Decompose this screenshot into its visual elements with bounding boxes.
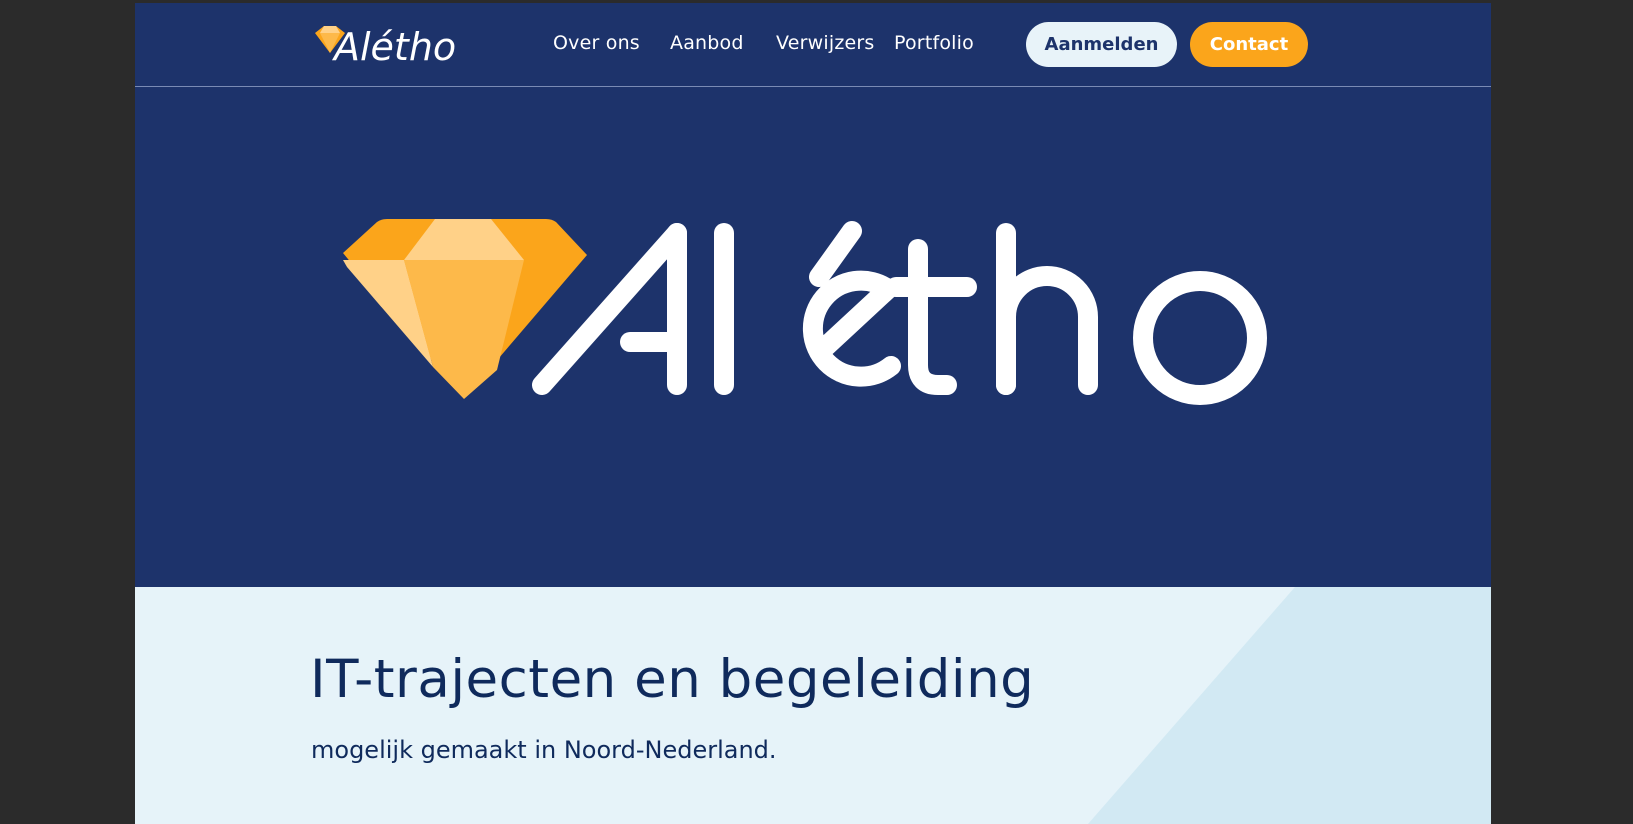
- navbar: Alétho Over ons Aanbod Verwijzers Portfo…: [135, 3, 1491, 87]
- nav-logo: Alétho: [315, 25, 456, 67]
- hero-logo: [343, 219, 1267, 405]
- nav-link-aanbod[interactable]: Aanbod: [670, 32, 744, 54]
- page: Alétho Over ons Aanbod Verwijzers Portfo…: [135, 3, 1491, 824]
- hero-wordmark: [532, 221, 1267, 405]
- intro-title: IT-trajecten en begeleiding: [310, 649, 1035, 710]
- nav-logo-wordmark: Alétho: [331, 25, 456, 67]
- nav-link-over-ons[interactable]: Over ons: [553, 32, 640, 54]
- nav-link-portfolio[interactable]: Portfolio: [894, 32, 974, 54]
- intro-section: IT-trajecten en begeleiding mogelijk gem…: [135, 587, 1491, 824]
- contact-button[interactable]: Contact: [1190, 22, 1308, 67]
- login-button[interactable]: Aanmelden: [1026, 22, 1177, 67]
- intro-subtitle: mogelijk gemaakt in Noord-Nederland.: [311, 736, 777, 764]
- nav-link-verwijzers[interactable]: Verwijzers: [776, 32, 875, 54]
